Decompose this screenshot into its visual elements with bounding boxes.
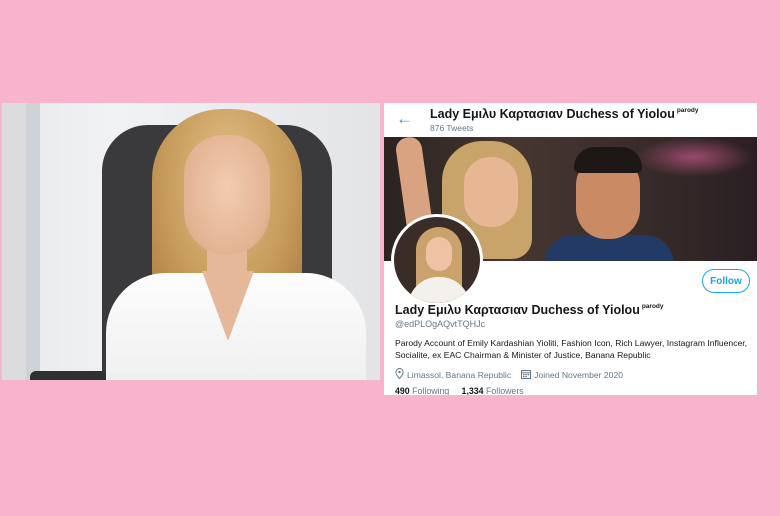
following-link[interactable]: 490 Following — [395, 386, 449, 395]
profile-meta: Limassol, Banana Republic Joined Novembe… — [395, 367, 623, 381]
following-count: 490 — [395, 386, 410, 395]
location-pin-icon — [395, 367, 404, 381]
header-display-name: Lady Εμιλυ Καρτασιαν Duchess of Yiolou pa… — [430, 107, 699, 121]
following-label: Following — [412, 386, 450, 395]
wall-shadow — [2, 103, 26, 380]
profile-counts: 490 Following 1,334 Followers — [395, 386, 524, 395]
chair-armrest — [30, 371, 108, 380]
profile-display-name: Lady Εμιλυ Καρτασιαν Duchess of Yiolou pa… — [395, 303, 664, 317]
tweet-count: 876 Tweets — [430, 123, 474, 133]
followers-count: 1,334 — [461, 386, 484, 395]
profile-bio: Parody Account of Emily Kardashian Yioli… — [395, 338, 748, 360]
avatar-face — [426, 237, 452, 271]
banner-woman-face — [464, 157, 518, 227]
banner-man-hair — [574, 147, 642, 173]
followers-link[interactable]: 1,334 Followers — [462, 386, 524, 395]
profile-header-bar: ← Lady Εμιλυ Καρτασιαν Duchess of Yiolou… — [384, 103, 757, 137]
profile-joined-date: Joined November 2020 — [534, 369, 623, 380]
calendar-icon — [521, 369, 532, 381]
portrait-photo — [2, 103, 380, 380]
profile-location: Limassol, Banana Republic — [407, 369, 512, 380]
follow-button[interactable]: Follow — [702, 269, 750, 293]
profile-handle: @edPLOgAQvtTQHJc — [395, 319, 486, 329]
parody-label: parody — [676, 107, 699, 114]
avatar[interactable] — [391, 214, 483, 306]
parody-label: parody — [641, 303, 664, 310]
jacket-neckline — [202, 271, 254, 341]
back-arrow-icon[interactable]: ← — [396, 109, 413, 129]
twitter-profile-card: ← Lady Εμιλυ Καρτασιαν Duchess of Yiolou… — [384, 103, 757, 395]
wall-stripe — [26, 103, 40, 380]
woman-face — [184, 135, 270, 255]
followers-label: Followers — [486, 386, 524, 395]
banner-light — [634, 137, 754, 177]
